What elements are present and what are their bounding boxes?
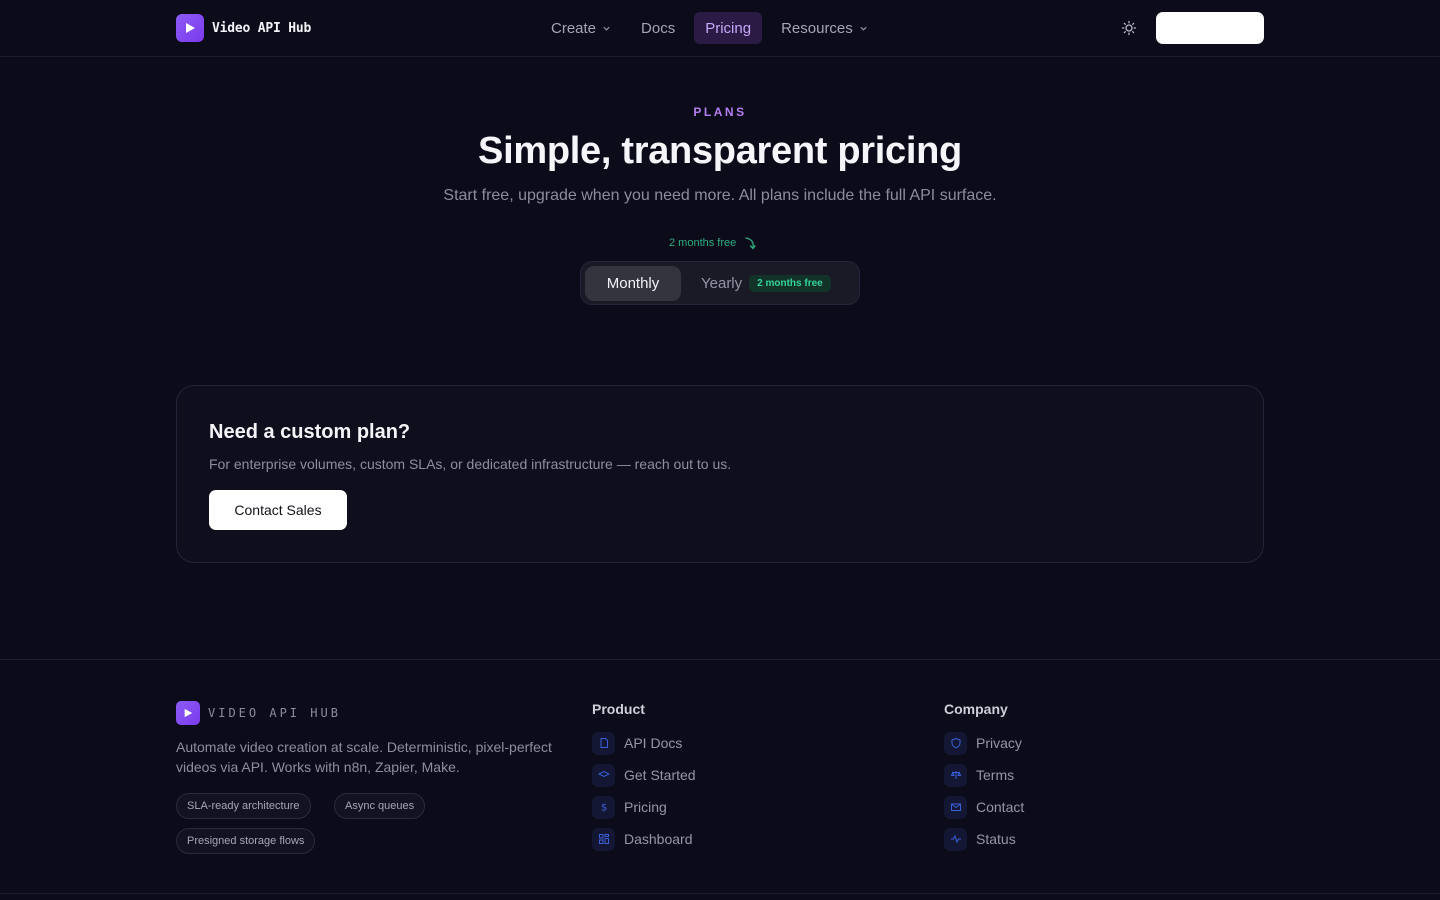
scale-icon (944, 763, 967, 787)
footer-link-label: Get Started (624, 767, 696, 783)
svg-text:$: $ (600, 803, 606, 814)
custom-plan-card: Need a custom plan? For enterprise volum… (176, 385, 1264, 563)
page-subtitle: Start free, upgrade when you need more. … (443, 187, 997, 204)
sun-icon (1121, 20, 1137, 36)
feature-chip: SLA-ready architecture (176, 793, 311, 819)
dashboard-icon (592, 827, 615, 851)
nav-docs-label: Docs (641, 19, 676, 37)
dollar-icon: $ (592, 795, 615, 819)
feature-chip: Async queues (334, 793, 426, 819)
company-column-title: Company (944, 701, 1008, 717)
footer-link-api-docs[interactable]: API Docs (592, 731, 696, 755)
billing-period-toggle: Monthly Yearly 2 months free (580, 261, 860, 305)
site-header: Video API Hub Create Docs Pricing Resour… (0, 0, 1440, 57)
promo-hint-text: 2 months free (669, 237, 737, 249)
footer-brand-name: VIDEO API HUB (208, 706, 341, 720)
nav-resources-label: Resources (781, 19, 853, 37)
footer-link-get-started[interactable]: Get Started (592, 763, 696, 787)
chevron-down-icon (860, 26, 867, 31)
footer-link-label: API Docs (624, 735, 683, 751)
footer-link-pricing[interactable]: $ Pricing (592, 795, 696, 819)
brand-name: Video API Hub (212, 20, 312, 36)
footer-link-label: Dashboard (624, 831, 693, 847)
page-title: Simple, transparent pricing (478, 130, 962, 172)
chevron-down-icon (603, 26, 610, 31)
footer-link-label: Status (976, 831, 1016, 847)
shield-icon (944, 731, 967, 755)
footer-description: Automate video creation at scale. Determ… (176, 739, 552, 775)
feature-chip: Presigned storage flows (176, 828, 316, 854)
site-footer: VIDEO API HUB Automate video creation at… (0, 659, 1440, 900)
brand-link[interactable]: Video API Hub (176, 14, 311, 42)
contact-sales-button[interactable]: Contact Sales (209, 490, 347, 530)
nav-create[interactable]: Create (540, 12, 622, 44)
footer-link-privacy[interactable]: Privacy (944, 731, 1024, 755)
nav-resources[interactable]: Resources (770, 12, 879, 44)
custom-plan-description: For enterprise volumes, custom SLAs, or … (209, 456, 732, 472)
play-logo-icon (176, 14, 204, 42)
footer-link-label: Privacy (976, 735, 1022, 751)
play-logo-icon (176, 701, 200, 725)
product-column-title: Product (592, 701, 645, 717)
yearly-option[interactable]: Yearly 2 months free (701, 266, 831, 301)
footer-link-label: Pricing (624, 799, 667, 815)
footer-link-status[interactable]: Status (944, 827, 1024, 851)
footer-divider (0, 893, 1440, 894)
graduation-cap-icon (592, 763, 615, 787)
custom-plan-title: Need a custom plan? (209, 421, 411, 443)
footer-brand[interactable]: VIDEO API HUB (176, 701, 341, 725)
nav-pricing-label: Pricing (705, 19, 752, 37)
yearly-promo-hint: 2 months free (669, 236, 756, 250)
nav-create-label: Create (551, 19, 597, 37)
yearly-label: Yearly (701, 275, 743, 292)
footer-link-contact[interactable]: Contact (944, 795, 1025, 819)
activity-icon (944, 827, 967, 851)
theme-toggle-button[interactable] (1118, 17, 1140, 39)
curved-arrow-icon (745, 237, 756, 250)
yearly-discount-badge: 2 months free (749, 275, 831, 292)
footer-link-dashboard[interactable]: Dashboard (592, 827, 696, 851)
nav-docs[interactable]: Docs (630, 12, 686, 44)
footer-link-label: Terms (976, 767, 1015, 783)
header-cta-button[interactable] (1156, 12, 1264, 44)
mail-icon (944, 795, 967, 819)
monthly-option[interactable]: Monthly (585, 266, 681, 301)
plans-eyebrow: PLANS (693, 105, 747, 119)
footer-product-column: Product API Docs Get Started $ Pricing D… (592, 701, 696, 860)
file-icon (592, 731, 615, 755)
nav-pricing[interactable]: Pricing (694, 12, 763, 44)
main-nav: Create Docs Pricing Resources (540, 12, 879, 44)
footer-link-label: Contact (976, 799, 1025, 815)
footer-link-terms[interactable]: Terms (944, 763, 1024, 787)
footer-company-column: Company Privacy Terms Contact Status (944, 701, 1024, 860)
